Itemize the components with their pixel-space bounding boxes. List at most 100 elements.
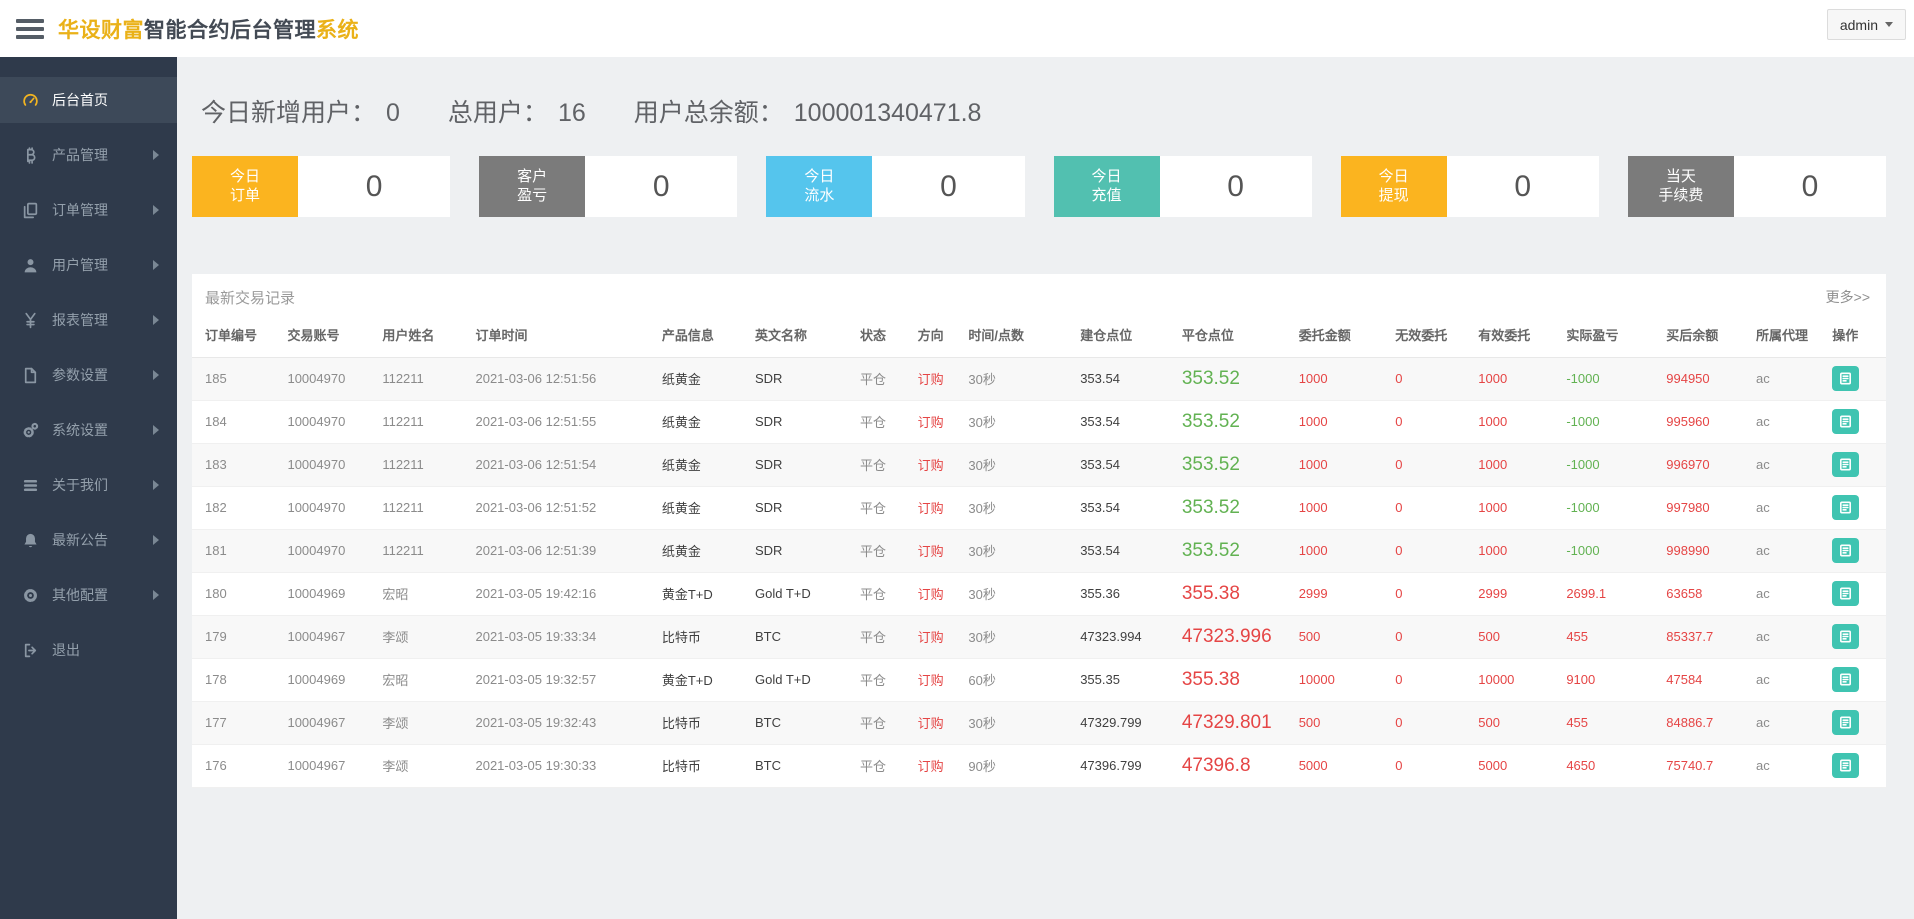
cell-account: 10004970 <box>283 443 378 486</box>
row-detail-button[interactable] <box>1832 667 1859 692</box>
cell-open: 47396.799 <box>1076 744 1178 787</box>
row-detail-button[interactable] <box>1832 495 1859 520</box>
row-detail-button[interactable] <box>1832 538 1859 563</box>
cell-product: 纸黄金 <box>658 529 751 572</box>
cell-close: 355.38 <box>1178 572 1295 615</box>
app-title-accent-right: 系统 <box>316 19 359 42</box>
column-header: 平仓点位 <box>1178 320 1295 357</box>
card-value: 0 <box>872 156 1024 217</box>
cell-open: 353.54 <box>1076 486 1178 529</box>
sidebar-item-logout[interactable]: 退出 <box>0 627 177 673</box>
sidebar-item-announcements[interactable]: 最新公告 <box>0 517 177 563</box>
cell-open: 353.54 <box>1076 529 1178 572</box>
table-row: 184100049701122112021-03-06 12:51:55纸黄金S… <box>192 400 1886 443</box>
row-detail-button[interactable] <box>1832 753 1859 778</box>
cell-account: 10004969 <box>283 572 378 615</box>
top-bar: 华设财富智能合约后台管理系统 admin <box>0 0 1914 57</box>
sidebar-item-about[interactable]: 关于我们 <box>0 462 177 508</box>
row-detail-button[interactable] <box>1832 624 1859 649</box>
stat-total-balance: 用户总余额：100001340471.8 <box>634 93 982 129</box>
row-detail-button[interactable] <box>1832 581 1859 606</box>
cell-time: 2021-03-06 12:51:54 <box>471 443 657 486</box>
file-icon <box>20 367 40 384</box>
cell-amount: 1000 <box>1295 486 1392 529</box>
cell-balance: 85337.7 <box>1662 615 1752 658</box>
sidebar-item-home[interactable]: 后台首页 <box>0 77 177 123</box>
cell-product: 比特币 <box>658 615 751 658</box>
row-detail-button[interactable] <box>1832 452 1859 477</box>
chevron-right-icon <box>153 535 159 545</box>
row-detail-button[interactable] <box>1832 710 1859 735</box>
column-header: 订单编号 <box>192 320 283 357</box>
column-header: 建仓点位 <box>1076 320 1178 357</box>
stat-cards: 今日 订单 0 客户 盈亏 0 今日 流水 0 今日 充值 0 今日 提现 0 … <box>192 156 1886 217</box>
cell-invalid: 0 <box>1391 701 1474 744</box>
user-menu[interactable]: admin <box>1827 9 1906 40</box>
sidebar-item-products[interactable]: 产品管理 <box>0 132 177 178</box>
cell-direction: 订购 <box>914 486 965 529</box>
sidebar-item-label: 产品管理 <box>52 145 108 165</box>
row-detail-button[interactable] <box>1832 366 1859 391</box>
more-link[interactable]: 更多>> <box>1826 287 1870 307</box>
cell-en: BTC <box>751 744 856 787</box>
app-title: 华设财富智能合约后台管理系统 <box>58 14 359 44</box>
cell-product: 纸黄金 <box>658 400 751 443</box>
card-label: 当天 手续费 <box>1628 156 1734 217</box>
cell-en: SDR <box>751 529 856 572</box>
cell-balance: 996970 <box>1662 443 1752 486</box>
cell-duration: 30秒 <box>964 443 1076 486</box>
sidebar-item-other-config[interactable]: 其他配置 <box>0 572 177 618</box>
sidebar-item-label: 其他配置 <box>52 585 108 605</box>
cell-status: 平仓 <box>856 357 914 400</box>
sidebar-item-reports[interactable]: 报表管理 <box>0 297 177 343</box>
cell-agent: ac <box>1752 615 1828 658</box>
cell-status: 平仓 <box>856 701 914 744</box>
menu-toggle-icon[interactable] <box>16 19 44 39</box>
sidebar-item-system[interactable]: 系统设置 <box>0 407 177 453</box>
sidebar-item-label: 系统设置 <box>52 420 108 440</box>
column-header: 实际盈亏 <box>1562 320 1662 357</box>
stat-card-today-orders: 今日 订单 0 <box>192 156 450 217</box>
cell-agent: ac <box>1752 572 1828 615</box>
chevron-right-icon <box>153 480 159 490</box>
cell-id: 177 <box>192 701 283 744</box>
cell-valid: 5000 <box>1474 744 1562 787</box>
cell-direction: 订购 <box>914 658 965 701</box>
cell-close: 47329.801 <box>1178 701 1295 744</box>
sidebar-item-users[interactable]: 用户管理 <box>0 242 177 288</box>
cell-status: 平仓 <box>856 400 914 443</box>
cell-account: 10004970 <box>283 400 378 443</box>
sidebar-item-orders[interactable]: 订单管理 <box>0 187 177 233</box>
cell-account: 10004967 <box>283 744 378 787</box>
cell-actions <box>1828 486 1886 529</box>
table-row: 18010004969宏昭2021-03-05 19:42:16黄金T+DGol… <box>192 572 1886 615</box>
cell-balance: 84886.7 <box>1662 701 1752 744</box>
cell-id: 183 <box>192 443 283 486</box>
row-detail-button[interactable] <box>1832 409 1859 434</box>
card-value: 0 <box>1447 156 1599 217</box>
cell-amount: 1000 <box>1295 400 1392 443</box>
cell-duration: 30秒 <box>964 357 1076 400</box>
chevron-right-icon <box>153 260 159 270</box>
cell-product: 纸黄金 <box>658 443 751 486</box>
stat-card-customer-pnl: 客户 盈亏 0 <box>479 156 737 217</box>
cell-amount: 2999 <box>1295 572 1392 615</box>
sidebar-item-parameters[interactable]: 参数设置 <box>0 352 177 398</box>
cell-id: 184 <box>192 400 283 443</box>
cell-name: 李颂 <box>378 701 471 744</box>
table-row: 182100049701122112021-03-06 12:51:52纸黄金S… <box>192 486 1886 529</box>
cell-agent: ac <box>1752 701 1828 744</box>
cell-valid: 1000 <box>1474 529 1562 572</box>
cell-name: 宏昭 <box>378 658 471 701</box>
cell-duration: 30秒 <box>964 486 1076 529</box>
table-row: 181100049701122112021-03-06 12:51:39纸黄金S… <box>192 529 1886 572</box>
cell-invalid: 0 <box>1391 658 1474 701</box>
cell-name: 112211 <box>378 529 471 572</box>
sidebar-item-label: 后台首页 <box>52 90 108 110</box>
cell-actions <box>1828 701 1886 744</box>
cell-close: 353.52 <box>1178 486 1295 529</box>
cell-id: 181 <box>192 529 283 572</box>
cell-name: 李颂 <box>378 615 471 658</box>
cell-balance: 75740.7 <box>1662 744 1752 787</box>
cell-open: 353.54 <box>1076 400 1178 443</box>
